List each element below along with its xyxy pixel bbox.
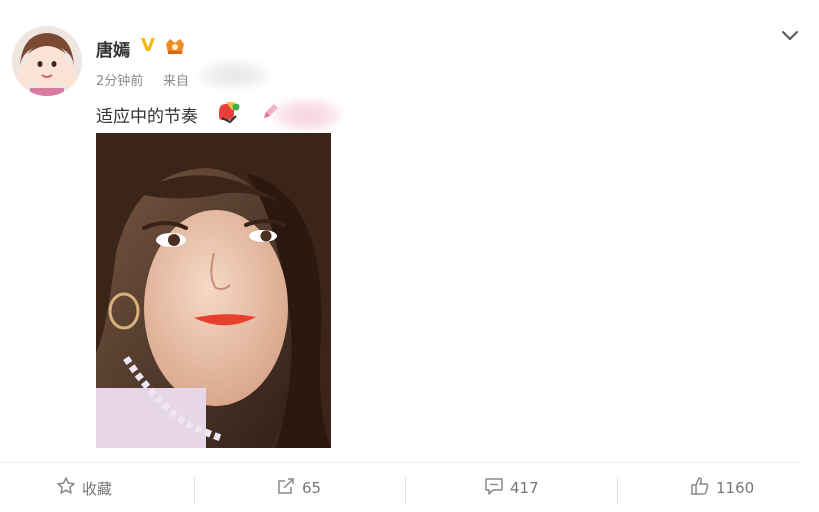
post-text: 适应中的节奏 xyxy=(96,107,198,127)
chevron-down-icon[interactable] xyxy=(780,28,800,47)
action-separator xyxy=(405,477,406,505)
comment-button[interactable]: 417 xyxy=(484,475,539,501)
verified-badge: V xyxy=(141,35,155,56)
star-icon xyxy=(56,476,76,500)
blurred-emoji xyxy=(272,98,342,132)
post-time[interactable]: 2分钟前 xyxy=(96,70,143,89)
weibo-post-card: 唐嫣 V 2分钟前 来自 适应中的节奏 收藏 65 417 1160 xyxy=(0,0,819,512)
thumbs-up-icon xyxy=(690,476,710,500)
member-crown-icon xyxy=(164,36,186,60)
action-separator xyxy=(194,477,195,505)
post-photo[interactable] xyxy=(96,133,331,448)
like-count: 1160 xyxy=(716,479,755,497)
post-source-prefix: 来自 xyxy=(163,74,190,89)
favorite-label: 收藏 xyxy=(82,479,113,498)
blurred-source xyxy=(198,60,270,90)
comment-icon xyxy=(484,476,504,500)
repost-count: 65 xyxy=(302,479,322,497)
action-separator xyxy=(617,477,618,505)
author-name[interactable]: 唐嫣 xyxy=(96,36,130,61)
share-icon xyxy=(276,476,296,500)
like-button[interactable]: 1160 xyxy=(690,475,754,501)
favorite-button[interactable]: 收藏 xyxy=(56,475,112,501)
action-bar: 收藏 65 417 1160 xyxy=(0,463,819,512)
hand-emoji-icon xyxy=(216,100,242,128)
repost-button[interactable]: 65 xyxy=(276,475,321,501)
avatar[interactable] xyxy=(12,26,82,96)
comment-count: 417 xyxy=(510,479,539,497)
